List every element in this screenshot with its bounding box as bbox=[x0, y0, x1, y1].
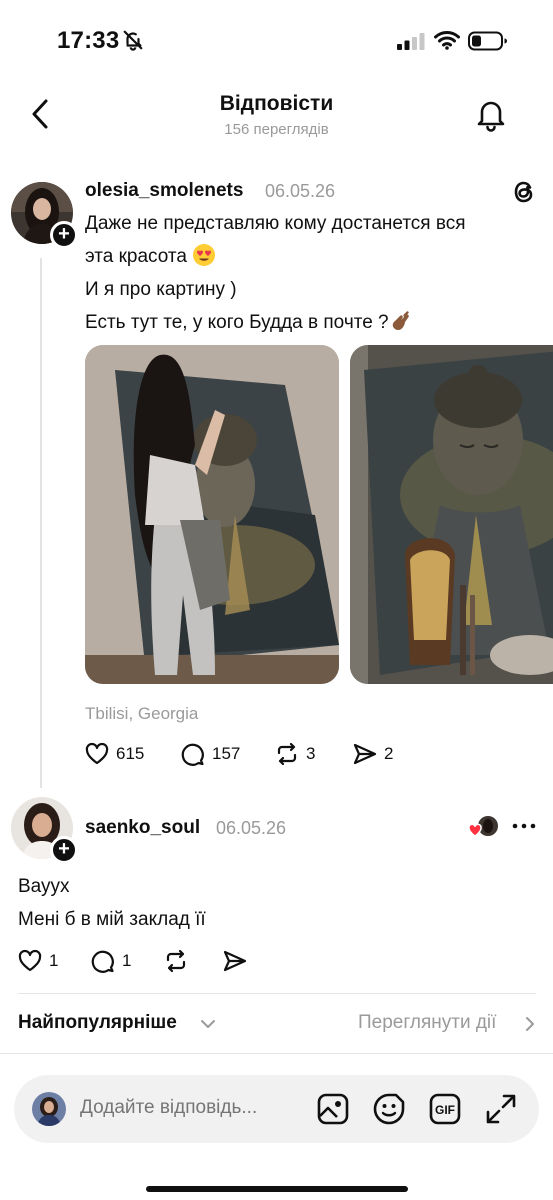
reply-like-button[interactable]: 1 bbox=[17, 948, 58, 974]
post-username[interactable]: olesia_smolenets bbox=[85, 180, 243, 202]
views-count: 156 переглядів bbox=[224, 121, 329, 138]
reply-date: 06.05.26 bbox=[216, 818, 287, 838]
bell-icon[interactable] bbox=[474, 96, 508, 132]
page-title: Відповісти bbox=[219, 92, 334, 115]
wifi-icon bbox=[434, 31, 460, 50]
more-options-icon[interactable] bbox=[510, 815, 538, 837]
like-count: 615 bbox=[116, 744, 145, 763]
heart-icon bbox=[18, 949, 42, 972]
repost-count: 3 bbox=[306, 744, 316, 763]
repost-icon bbox=[166, 949, 186, 973]
divider bbox=[18, 993, 536, 994]
reply-share-button[interactable] bbox=[222, 948, 248, 974]
sort-dropdown[interactable]: Найпопулярніше bbox=[18, 1012, 177, 1034]
woman-painting-buddha-photo[interactable] bbox=[85, 345, 339, 684]
image-icon[interactable] bbox=[316, 1092, 350, 1126]
home-indicator bbox=[146, 1186, 408, 1192]
heart-eyes-emoji-icon bbox=[193, 244, 216, 266]
header: Відповісти 156 переглядів bbox=[0, 80, 553, 155]
gif-icon[interactable]: GIF bbox=[428, 1092, 462, 1126]
post-line-3: И я про картину ) bbox=[85, 279, 237, 300]
divider bbox=[0, 1053, 553, 1054]
post-date: 06.05.26 bbox=[265, 181, 336, 201]
send-icon bbox=[353, 743, 377, 765]
follow-plus-button[interactable]: + bbox=[50, 221, 78, 249]
post-line-2: эта красота bbox=[85, 246, 187, 267]
repost-button[interactable]: 3 bbox=[274, 741, 315, 767]
svg-text:GIF: GIF bbox=[435, 1103, 455, 1117]
chevron-down-icon bbox=[201, 1020, 215, 1028]
heart-icon bbox=[85, 742, 109, 765]
sticker-icon[interactable] bbox=[372, 1092, 406, 1126]
reply-text: Вауух Мені б в мій заклад її bbox=[18, 870, 518, 936]
reply-composer: GIF bbox=[14, 1075, 539, 1143]
signal-icon bbox=[397, 33, 425, 50]
bell-off-icon bbox=[123, 30, 143, 51]
reply-repost-button[interactable] bbox=[163, 948, 189, 974]
send-icon bbox=[223, 950, 247, 972]
post-line-2-wrap: эта красота bbox=[85, 240, 535, 273]
reply-line-1: Вауух bbox=[18, 876, 70, 897]
like-button[interactable]: 615 bbox=[84, 741, 144, 767]
pinching-hand-emoji-icon bbox=[392, 311, 409, 330]
view-activity-link[interactable]: Переглянути дії bbox=[358, 1012, 496, 1034]
status-time: 17:33 bbox=[57, 27, 120, 54]
composer-avatar bbox=[32, 1092, 66, 1126]
repost-icon bbox=[277, 742, 297, 766]
reply-line-2: Мені б в мій заклад її bbox=[18, 909, 206, 930]
battery-icon bbox=[468, 31, 507, 51]
share-count: 2 bbox=[384, 744, 394, 763]
reply-like-count: 1 bbox=[49, 951, 59, 970]
buddha-painting-closeup-photo[interactable] bbox=[350, 345, 553, 684]
reply-input[interactable] bbox=[80, 1097, 300, 1119]
thread-line bbox=[40, 258, 42, 788]
reply-follow-plus-button[interactable]: + bbox=[50, 836, 78, 864]
expand-icon[interactable] bbox=[484, 1092, 518, 1126]
chevron-right-icon bbox=[526, 1017, 534, 1031]
liked-by-author-icon bbox=[468, 814, 500, 838]
post-line-4: Есть тут те, у кого Будда в почте ? bbox=[85, 312, 389, 333]
comment-icon bbox=[91, 950, 114, 973]
post-text: Даже не представляю кому достанется вся … bbox=[85, 207, 535, 339]
reply-username[interactable]: saenko_soul bbox=[85, 817, 200, 839]
threads-logo-icon[interactable] bbox=[510, 178, 538, 206]
reply-reply-count: 1 bbox=[122, 951, 132, 970]
location-tag[interactable]: Tbilisi, Georgia bbox=[85, 704, 198, 724]
reply-button[interactable]: 157 bbox=[180, 741, 240, 767]
post-line-4-wrap: Есть тут те, у кого Будда в почте ? bbox=[85, 306, 535, 339]
comment-icon bbox=[181, 743, 204, 766]
reply-reply-button[interactable]: 1 bbox=[90, 948, 131, 974]
share-button[interactable]: 2 bbox=[352, 741, 393, 767]
status-bar: 17:33 bbox=[0, 0, 553, 80]
post-line-1: Даже не представляю кому достанется вся bbox=[85, 213, 466, 234]
reply-count: 157 bbox=[212, 744, 241, 763]
